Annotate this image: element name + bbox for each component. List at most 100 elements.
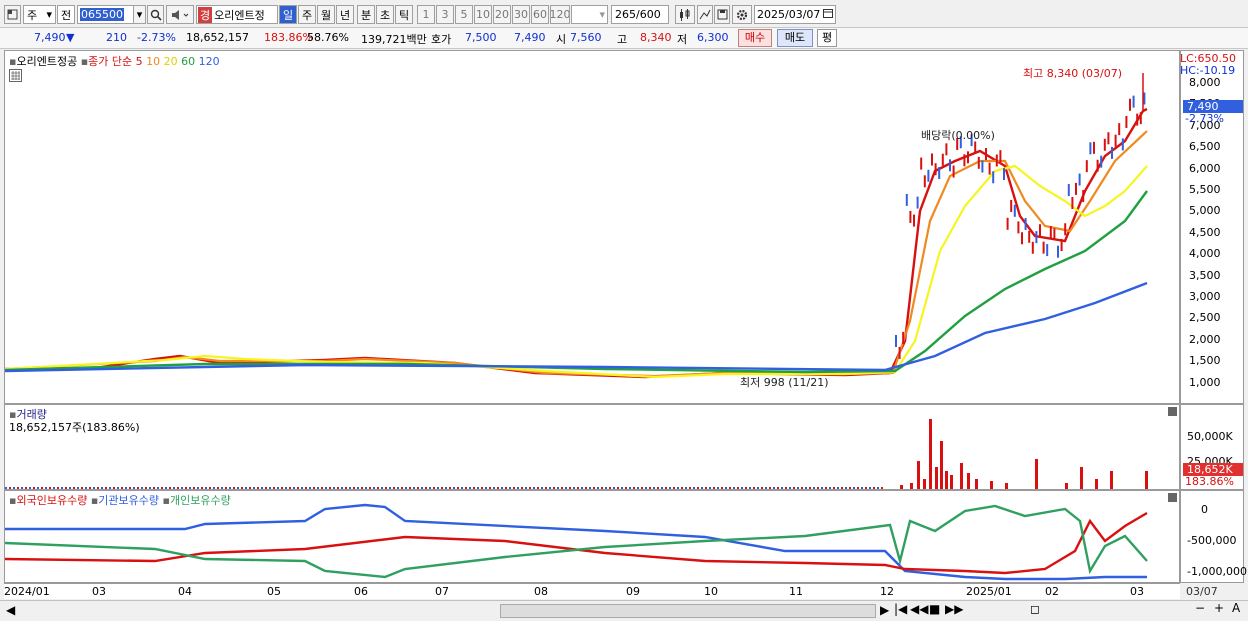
period-tab-minute[interactable]: 분 <box>357 5 375 24</box>
scroll-right-icon[interactable]: ▶ <box>880 603 889 617</box>
stop-icon[interactable]: ■ <box>929 602 940 616</box>
volume-bar <box>497 487 499 489</box>
interval-20[interactable]: 20 <box>493 5 511 24</box>
price-candle <box>902 331 905 344</box>
volume-bar <box>265 487 267 489</box>
date-input[interactable]: 2025/03/07 <box>754 5 836 24</box>
panel-close-icon[interactable] <box>1168 493 1177 502</box>
volume-bar <box>57 487 59 489</box>
grid-icon[interactable] <box>9 69 22 82</box>
price-candle <box>1132 95 1135 108</box>
date-label: 08 <box>534 585 548 598</box>
candle-type-icon[interactable] <box>675 5 695 24</box>
sell-button[interactable]: 매도 <box>777 29 813 47</box>
count-value: 265 <box>615 8 636 21</box>
interval-10[interactable]: 10 <box>474 5 492 24</box>
prev-page-icon[interactable]: ◀◀ <box>910 602 928 616</box>
date-label: 10 <box>704 585 718 598</box>
volume-bar <box>149 487 151 489</box>
period-tab-tick[interactable]: 틱 <box>395 5 413 24</box>
volume-bar <box>381 487 383 489</box>
interval-3[interactable]: 3 <box>436 5 454 24</box>
volume-bar <box>669 487 671 489</box>
count-input[interactable]: 265/600 <box>611 5 669 24</box>
stock-name[interactable]: 경 오리엔트정 <box>196 5 278 24</box>
eval-button[interactable]: 평 <box>817 29 837 47</box>
price-chart-panel[interactable]: ▪오리엔트정공 ▪종가 단순 5 10 20 60 120 최고 8,340 (… <box>4 50 1180 404</box>
price-candle <box>1071 196 1074 209</box>
code-dropdown-icon[interactable]: ▾ <box>133 5 146 24</box>
volume-bar <box>645 487 647 489</box>
price-candle <box>985 148 987 161</box>
interval-120[interactable]: 120 <box>550 5 570 24</box>
volume-bar <box>577 487 579 489</box>
save-icon[interactable] <box>714 5 730 24</box>
window-menu-icon[interactable] <box>4 5 21 24</box>
interval-60[interactable]: 60 <box>531 5 549 24</box>
price-candle <box>895 335 897 347</box>
price-tick: 3,500 <box>1189 268 1221 282</box>
zoom-out-icon[interactable]: − <box>1195 601 1205 615</box>
volume-chart-panel[interactable]: ▪거래량 18,652,157주(183.86%) <box>4 404 1180 490</box>
volume-bar <box>657 487 659 489</box>
date-label: 05 <box>267 585 281 598</box>
first-page-icon[interactable]: |◀ <box>894 602 907 616</box>
price-tick: 5,500 <box>1189 183 1221 196</box>
volume-bar <box>813 487 815 489</box>
volume-bar <box>485 487 487 489</box>
price-candle <box>920 157 923 170</box>
holdings-chart-panel[interactable]: ▪외국인보유수량 ▪기관보유수량 ▪개인보유수량 <box>4 490 1180 583</box>
volume-bar <box>277 487 279 489</box>
date-label: 11 <box>789 585 803 598</box>
price-candle <box>1121 138 1124 151</box>
volume-bar <box>305 487 307 489</box>
search-icon[interactable] <box>147 5 164 24</box>
panel-close-icon[interactable] <box>1168 407 1177 416</box>
volume-chart-canvas <box>5 419 1148 489</box>
scroll-left-icon[interactable]: ◀ <box>6 603 15 617</box>
zoom-in-icon[interactable]: + <box>1214 601 1224 615</box>
font-size-icon[interactable]: A <box>1232 601 1240 615</box>
interval-1[interactable]: 1 <box>417 5 435 24</box>
ma10-label: 10 <box>146 55 161 68</box>
volume-bar <box>449 487 451 489</box>
volume-bar <box>685 487 687 489</box>
price-candle <box>995 154 998 167</box>
scope-button[interactable]: 전 <box>57 5 75 24</box>
interval-5[interactable]: 5 <box>455 5 473 24</box>
volume-bar <box>881 487 883 489</box>
volume-bar <box>233 487 235 489</box>
interval-input[interactable]: ▾ <box>571 5 608 24</box>
period-tab-day[interactable]: 일 <box>279 5 297 24</box>
stock-name-text: 오리엔트정 <box>214 8 265 22</box>
volume-bar <box>749 487 751 489</box>
period-tab-month[interactable]: 월 <box>317 5 335 24</box>
speaker-icon[interactable] <box>166 5 194 24</box>
buy-button[interactable]: 매수 <box>738 29 772 47</box>
price-candle <box>1035 231 1038 244</box>
volume-bar <box>757 487 759 489</box>
period-tab-second[interactable]: 초 <box>376 5 394 24</box>
volume-bar <box>101 487 103 489</box>
high-price: 8,340 <box>640 31 672 44</box>
volume-bar <box>653 487 655 489</box>
volume-bar <box>133 487 135 489</box>
zoom-reset-icon[interactable]: ◻ <box>1030 602 1040 616</box>
period-tab-year[interactable]: 년 <box>336 5 354 24</box>
draw-tool-icon[interactable] <box>697 5 713 24</box>
volume-bar <box>445 487 447 489</box>
volume-bar <box>425 487 427 489</box>
price-candle <box>1136 113 1139 126</box>
volume-bar <box>781 487 783 489</box>
price-candle <box>916 196 919 209</box>
stock-code-input[interactable]: 065500 <box>77 5 135 24</box>
calendar-icon[interactable] <box>823 8 833 21</box>
gear-icon[interactable] <box>732 5 752 24</box>
interval-30[interactable]: 30 <box>512 5 530 24</box>
period-tab-week[interactable]: 주 <box>298 5 316 24</box>
scroll-thumb[interactable] <box>500 604 876 618</box>
next-page-icon[interactable]: ▶▶ <box>945 602 963 616</box>
volume-bar <box>533 487 535 489</box>
volume-bar <box>365 487 367 489</box>
market-select[interactable]: 주 ▾ <box>23 5 56 24</box>
